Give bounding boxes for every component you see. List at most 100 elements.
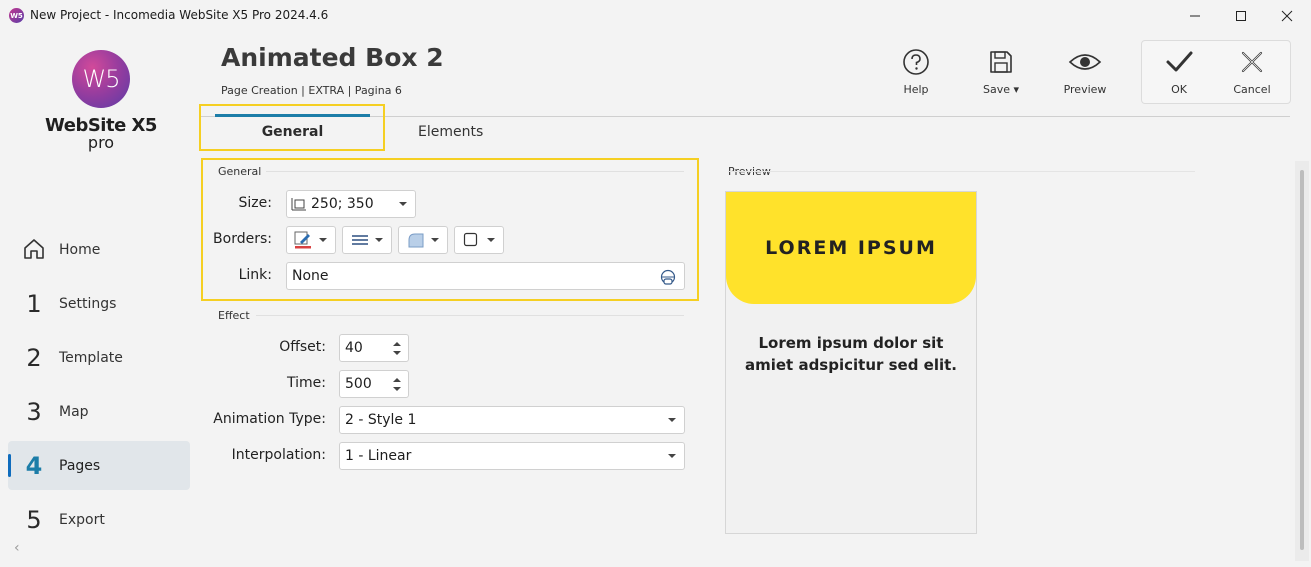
ok-label: OK: [1171, 83, 1187, 96]
interpolation-value: 1 - Linear: [345, 448, 412, 464]
chevron-down-icon: [487, 238, 495, 242]
time-value: 500: [345, 376, 372, 392]
pen-color-icon: [294, 231, 311, 249]
preview-body-line: amiet adspicitur sed elit.: [744, 356, 957, 374]
preview-heading: LOREM IPSUM: [765, 237, 937, 259]
chevron-up-icon[interactable]: [393, 378, 401, 382]
page-title: Animated Box 2: [221, 43, 444, 72]
ok-button[interactable]: OK: [1144, 44, 1214, 100]
size-icon: [291, 198, 306, 211]
eye-icon: [1068, 54, 1102, 70]
offset-value: 40: [345, 340, 363, 356]
help-icon: [903, 49, 929, 75]
square-shadow-icon: [463, 232, 478, 247]
line-style-icon: [352, 235, 368, 245]
step-number: 4: [25, 451, 43, 480]
chevron-down-icon[interactable]: [393, 387, 401, 391]
animation-type-select[interactable]: 2 - Style 1: [339, 406, 685, 434]
chevron-down-icon: [668, 418, 676, 422]
sidebar-item-home[interactable]: Home: [8, 225, 190, 274]
link-field[interactable]: None: [286, 262, 685, 290]
chevron-down-icon: [319, 238, 327, 242]
step-number: 5: [26, 505, 42, 534]
link-label: Link:: [238, 267, 272, 283]
cancel-button[interactable]: Cancel: [1217, 44, 1287, 100]
sidebar-item-label: Map: [59, 403, 89, 420]
app-icon: W5: [9, 8, 24, 23]
step-number: 3: [26, 397, 42, 426]
sidebar-item-label: Settings: [59, 295, 117, 312]
border-style-button[interactable]: [342, 226, 392, 254]
logo-edition: pro: [87, 133, 115, 152]
cancel-icon: [1241, 51, 1263, 73]
help-button[interactable]: Help: [881, 44, 951, 100]
chevron-down-icon[interactable]: [393, 351, 401, 355]
border-color-button[interactable]: [286, 226, 336, 254]
chevron-down-icon: [431, 238, 439, 242]
chevron-down-icon: [399, 202, 407, 206]
link-icon[interactable]: [659, 269, 677, 285]
close-icon: [1281, 10, 1293, 21]
tab-elements[interactable]: Elements: [418, 124, 483, 140]
chevron-down-icon: [668, 454, 676, 458]
offset-label: Offset:: [279, 339, 326, 355]
interpolation-label: Interpolation:: [231, 447, 326, 463]
time-stepper[interactable]: 500: [339, 370, 409, 398]
sidebar-item-pages[interactable]: 4 Pages: [8, 441, 190, 490]
breadcrumb: Page Creation | EXTRA | Pagina 6: [221, 84, 402, 97]
minimize-icon: [1190, 15, 1200, 16]
preview-body-line: Lorem ipsum dolor sit: [758, 334, 944, 352]
save-label: Save ▾: [982, 83, 1020, 96]
help-label: Help: [903, 83, 929, 96]
sidebar-item-export[interactable]: 5 Export: [8, 495, 190, 544]
sidebar-item-settings[interactable]: 1 Settings: [8, 279, 190, 328]
close-window-button[interactable]: [1264, 0, 1310, 31]
size-value: 250; 350: [311, 196, 374, 212]
preview-body-text: Lorem ipsum dolor sit amiet adspicitur s…: [726, 332, 976, 376]
sidebar-item-label: Template: [59, 349, 123, 366]
corner-radius-button[interactable]: [398, 226, 448, 254]
shadow-button[interactable]: [454, 226, 504, 254]
step-number: 2: [26, 343, 42, 372]
maximize-button[interactable]: [1218, 0, 1264, 31]
chevron-up-icon[interactable]: [393, 342, 401, 346]
group-divider: [256, 315, 684, 316]
sidebar-item-label: Pages: [59, 457, 101, 474]
maximize-icon: [1236, 10, 1246, 21]
window-title: New Project - Incomedia WebSite X5 Pro 2…: [30, 8, 329, 22]
time-label: Time:: [287, 375, 326, 391]
chevron-down-icon: [375, 238, 383, 242]
general-group-title: General: [218, 165, 262, 178]
sidebar-item-map[interactable]: 3 Map: [8, 387, 190, 436]
step-number: 1: [26, 289, 42, 318]
sidebar-item-label: Home: [59, 241, 101, 258]
minimize-button[interactable]: [1172, 0, 1218, 31]
effect-group-title: Effect: [218, 309, 250, 322]
scrollbar-thumb[interactable]: [1300, 170, 1304, 550]
size-dropdown[interactable]: 250; 350: [286, 190, 416, 218]
animation-type-label: Animation Type:: [213, 411, 326, 427]
size-label: Size:: [238, 195, 272, 211]
sidebar-item-template[interactable]: 2 Template: [8, 333, 190, 382]
checkmark-icon: [1166, 51, 1193, 72]
preview-button[interactable]: Preview: [1050, 44, 1120, 100]
interpolation-select[interactable]: 1 - Linear: [339, 442, 685, 470]
sidebar-item-label: Export: [59, 511, 105, 528]
home-icon: [24, 239, 44, 259]
animation-type-value: 2 - Style 1: [345, 412, 417, 428]
group-divider: [728, 171, 1195, 172]
borders-label: Borders:: [213, 231, 272, 247]
save-button[interactable]: Save ▾: [966, 44, 1036, 100]
link-value: None: [292, 268, 329, 284]
preview-panel: LOREM IPSUM Lorem ipsum dolor sit amiet …: [725, 191, 977, 534]
cancel-label: Cancel: [1233, 83, 1271, 96]
preview-label: Preview: [1063, 83, 1107, 96]
tab-general[interactable]: General: [215, 124, 370, 140]
save-icon: [990, 51, 1012, 73]
group-divider: [266, 171, 684, 172]
preview-yellow-box: LOREM IPSUM: [726, 192, 976, 304]
chevron-left-icon[interactable]: ‹: [14, 540, 20, 556]
title-bar: W5 New Project - Incomedia WebSite X5 Pr…: [0, 0, 1311, 31]
offset-stepper[interactable]: 40: [339, 334, 409, 362]
active-tab-indicator: [215, 114, 370, 117]
